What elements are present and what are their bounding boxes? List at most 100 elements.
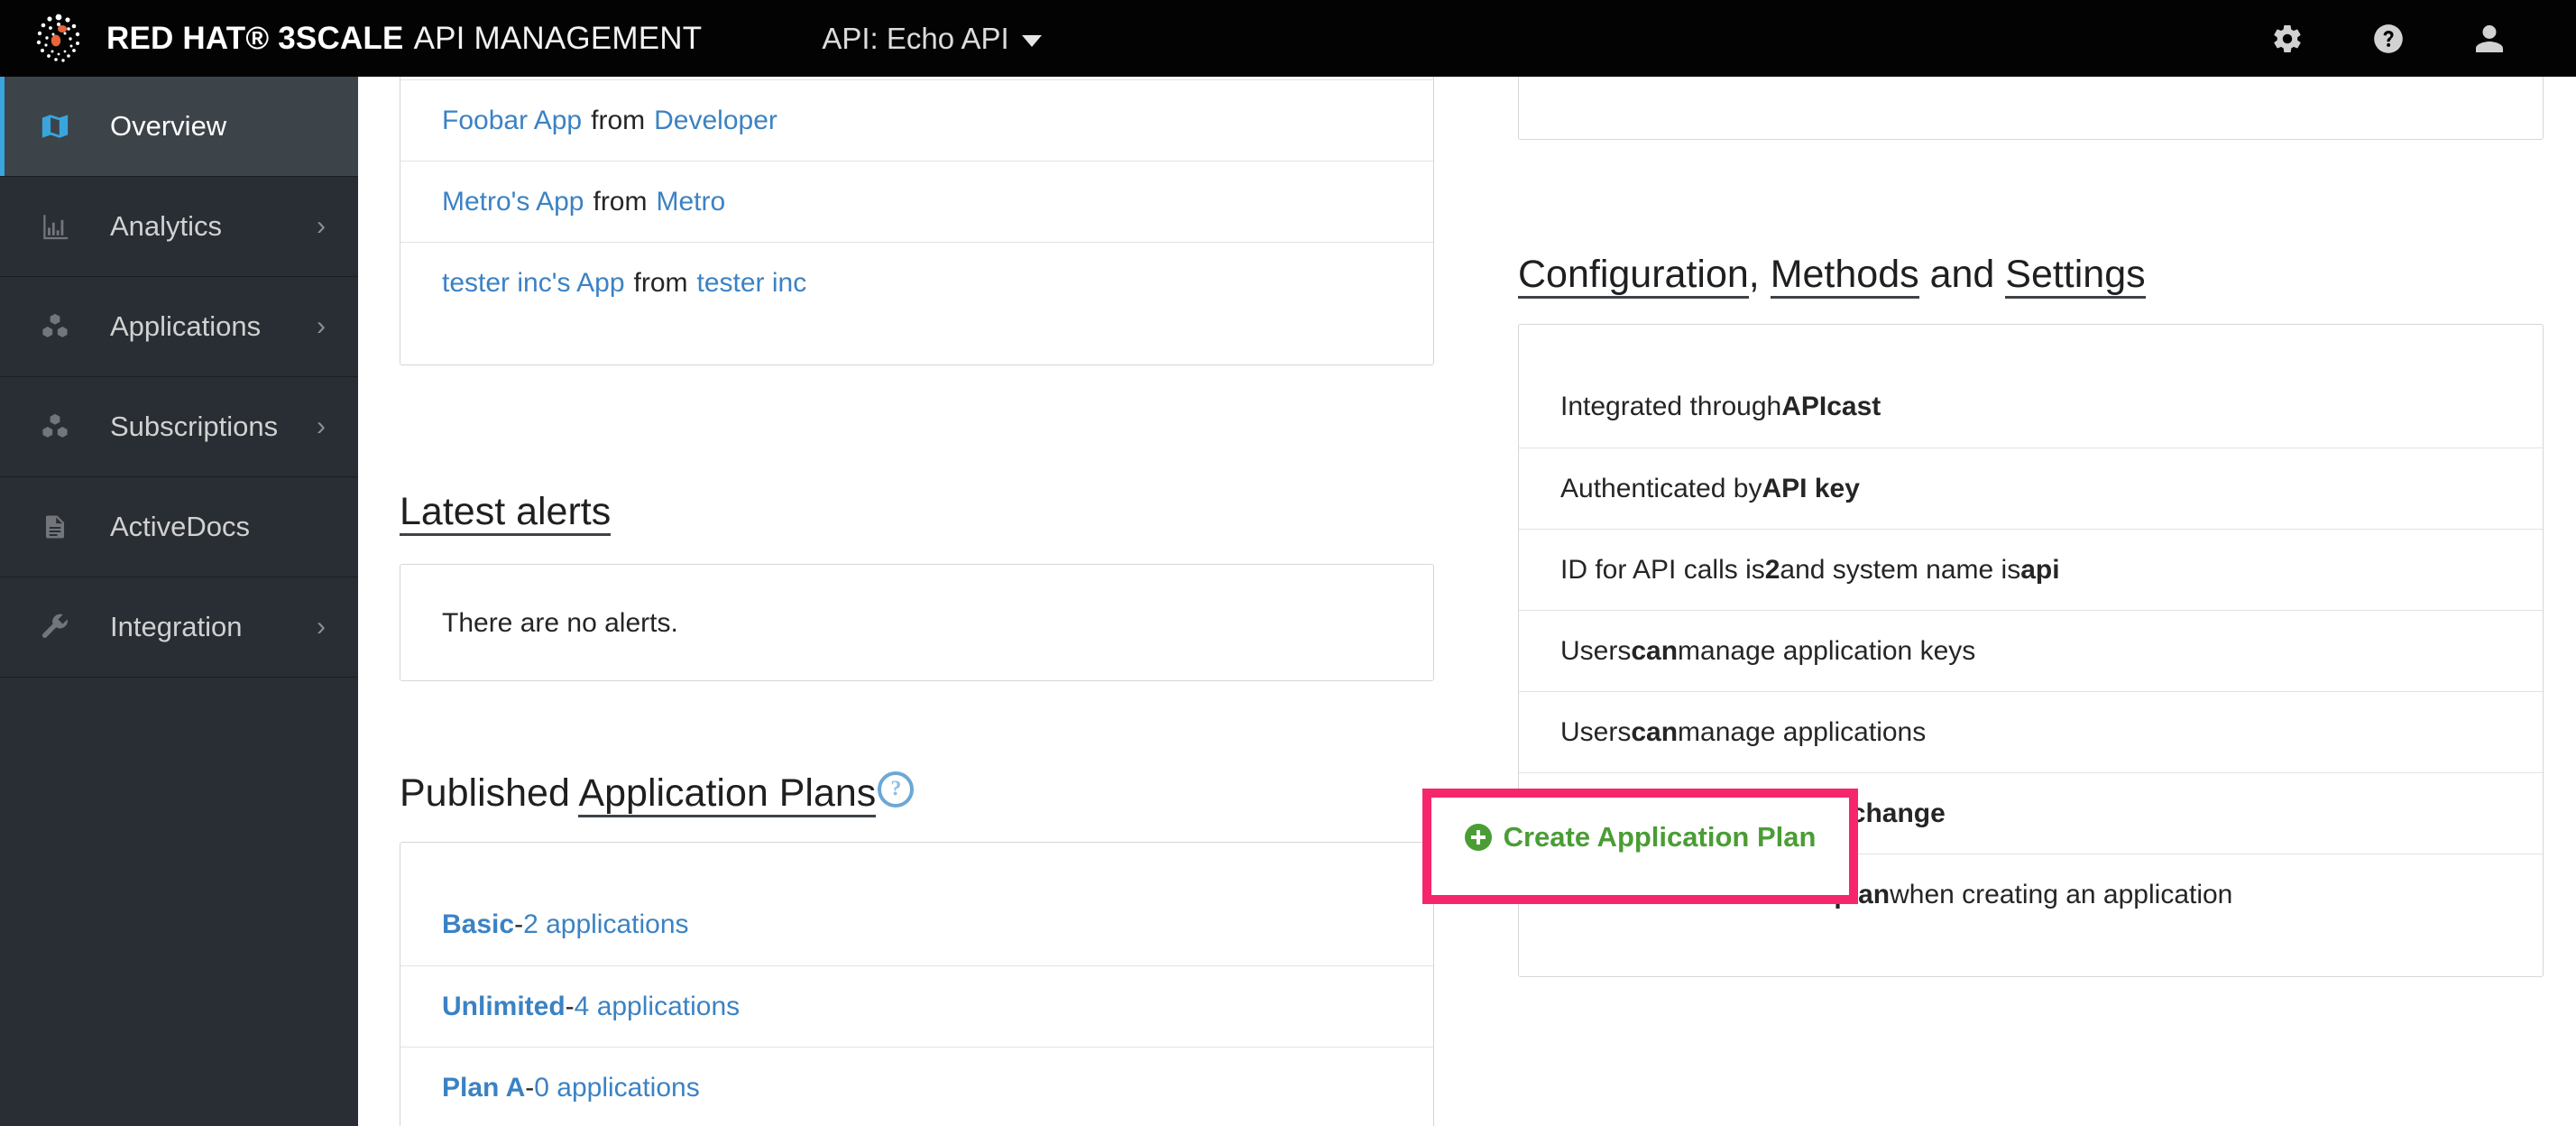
card-top-spacer <box>400 843 1433 884</box>
plan-row: Unlimited - 4 applications <box>400 965 1433 1047</box>
config-row-strong2: api <box>2020 554 2060 585</box>
published-plans-title: Published Application Plans? <box>400 771 915 817</box>
sidebar-item-label: Subscriptions <box>110 411 279 442</box>
plan-name-link[interactable]: Unlimited <box>442 992 566 1022</box>
no-alerts-message: There are no alerts. <box>442 608 678 639</box>
published-plans-section: Published Application Plans? Basic - 2 a… <box>400 771 1434 1126</box>
sidebar-item-label: Analytics <box>110 210 223 242</box>
config-row-strong: API key <box>1762 473 1860 503</box>
published-plans-title-prefix: Published <box>400 771 579 815</box>
plan-count-link[interactable]: 0 applications <box>534 1073 699 1103</box>
title-and: and <box>1918 253 2006 296</box>
config-row-post: manage application keys <box>1678 635 1976 666</box>
latest-alerts-section: Latest alerts There are no alerts. <box>400 490 1434 682</box>
cubes-icon <box>27 304 83 349</box>
sidebar: Overview Analytics › Applications › Subs… <box>0 77 358 1126</box>
sidebar-chevron-icon: › <box>317 211 326 241</box>
plan-row: Basic - 2 applications <box>400 884 1433 965</box>
map-icon <box>27 104 83 149</box>
help-icon-glyph: ? <box>890 777 902 801</box>
sidebar-item-integration[interactable]: Integration › <box>0 577 358 678</box>
account-link[interactable]: Metro <box>656 187 725 217</box>
user-icon[interactable] <box>2439 0 2540 77</box>
application-plans-link[interactable]: Application Plans <box>578 771 877 817</box>
api-selector-label: API: Echo API <box>822 21 1009 55</box>
sidebar-item-label: Overview <box>110 110 227 142</box>
sidebar-chevron-icon: › <box>317 311 326 341</box>
wrench-icon <box>27 605 83 650</box>
latest-applications-card: Foobar App from Developer Metro's App fr… <box>400 77 1434 365</box>
create-application-plan-highlight: Create Application Plan <box>1422 789 1858 904</box>
plan-name-link[interactable]: Plan A <box>442 1073 525 1103</box>
config-row-strong: can <box>1631 635 1679 666</box>
redhat-logo <box>31 11 87 67</box>
plan-count-link[interactable]: 2 applications <box>523 909 688 940</box>
config-row: Authenticated by API key <box>1519 448 2543 529</box>
latest-alerts-title[interactable]: Latest alerts <box>400 490 612 537</box>
plan-count-link[interactable]: 4 applications <box>575 992 740 1022</box>
chevron-down-icon <box>1021 35 1042 47</box>
config-row-strong: APIcast <box>1781 392 1881 422</box>
row-connector: from <box>633 267 688 298</box>
config-row-pre: Integrated through <box>1560 392 1782 422</box>
main-content: Foobar App from Developer Metro's App fr… <box>358 77 2576 1126</box>
plans-card: Basic - 2 applications Unlimited - 4 app… <box>400 842 1434 1126</box>
row-connector: from <box>593 186 648 217</box>
config-row-pre: Users <box>1560 716 1632 747</box>
config-row-post: and system name is <box>1780 554 2021 585</box>
gear-icon[interactable] <box>2237 0 2338 77</box>
document-icon <box>27 504 83 549</box>
config-row-strong: can <box>1631 716 1679 747</box>
config-row: Integrated through APIcast <box>1519 366 2543 448</box>
config-row-post: when creating an application <box>1890 879 2233 909</box>
plan-separator: - <box>565 991 575 1021</box>
row-connector: from <box>591 105 646 135</box>
card-top-spacer <box>1519 325 2543 366</box>
table-row: tester inc's App from tester inc <box>400 242 1433 323</box>
configuration-link[interactable]: Configuration <box>1518 253 1749 299</box>
config-row: Users can manage application keys <box>1519 610 2543 691</box>
sidebar-item-applications[interactable]: Applications › <box>0 277 358 377</box>
sidebar-item-subscriptions[interactable]: Subscriptions › <box>0 377 358 477</box>
application-link[interactable]: Metro's App <box>442 187 584 217</box>
chart-bar-icon <box>27 204 83 249</box>
create-application-plan-button[interactable]: Create Application Plan <box>1464 821 1816 854</box>
settings-link[interactable]: Settings <box>2005 253 2146 299</box>
sidebar-chevron-icon: › <box>317 411 326 441</box>
sidebar-item-overview[interactable]: Overview <box>0 77 358 177</box>
config-row-post: manage applications <box>1678 716 1927 747</box>
card-bottom-spacer <box>1519 935 2543 976</box>
config-row: Users can manage applications <box>1519 691 2543 772</box>
help-circle-icon[interactable] <box>2338 0 2439 77</box>
brand-light-text: API MANAGEMENT <box>413 20 703 56</box>
top-bar-actions <box>2237 0 2576 77</box>
sidebar-item-label: ActiveDocs <box>110 511 251 542</box>
plan-row: Plan A - 0 applications <box>400 1047 1433 1126</box>
plan-separator: - <box>514 909 524 940</box>
right-top-partial-card <box>1518 77 2544 140</box>
config-row-pre: Users <box>1560 635 1632 666</box>
help-circle-icon[interactable]: ? <box>878 771 915 808</box>
application-link[interactable]: tester inc's App <box>442 268 625 299</box>
plan-name-link[interactable]: Basic <box>442 909 514 940</box>
config-row-pre: Authenticated by <box>1560 473 1762 503</box>
configuration-title: Configuration, Methods and Settings <box>1518 253 2146 299</box>
account-link[interactable]: tester inc <box>697 268 807 299</box>
card-bottom-spacer <box>400 323 1433 365</box>
api-selector[interactable]: API: Echo API <box>822 21 1042 56</box>
application-link[interactable]: Foobar App <box>442 106 582 136</box>
sidebar-chevron-icon: › <box>317 612 326 641</box>
sidebar-item-label: Integration <box>110 611 243 642</box>
sidebar-item-analytics[interactable]: Analytics › <box>0 177 358 277</box>
brand-bold-text: RED HAT® 3SCALE <box>106 20 404 56</box>
table-row: Foobar App from Developer <box>400 79 1433 161</box>
config-row-pre: ID for API calls is <box>1560 554 1765 585</box>
account-link[interactable]: Developer <box>654 106 777 136</box>
config-row-strong: 2 <box>1764 554 1780 585</box>
methods-link[interactable]: Methods <box>1770 253 1919 299</box>
top-bar: RED HAT® 3SCALE API MANAGEMENT API: Echo… <box>0 0 2576 77</box>
sidebar-item-activedocs[interactable]: ActiveDocs <box>0 477 358 577</box>
plan-separator: - <box>525 1072 535 1103</box>
cubes-icon <box>27 404 83 449</box>
config-row: ID for API calls is 2 and system name is… <box>1519 529 2543 610</box>
